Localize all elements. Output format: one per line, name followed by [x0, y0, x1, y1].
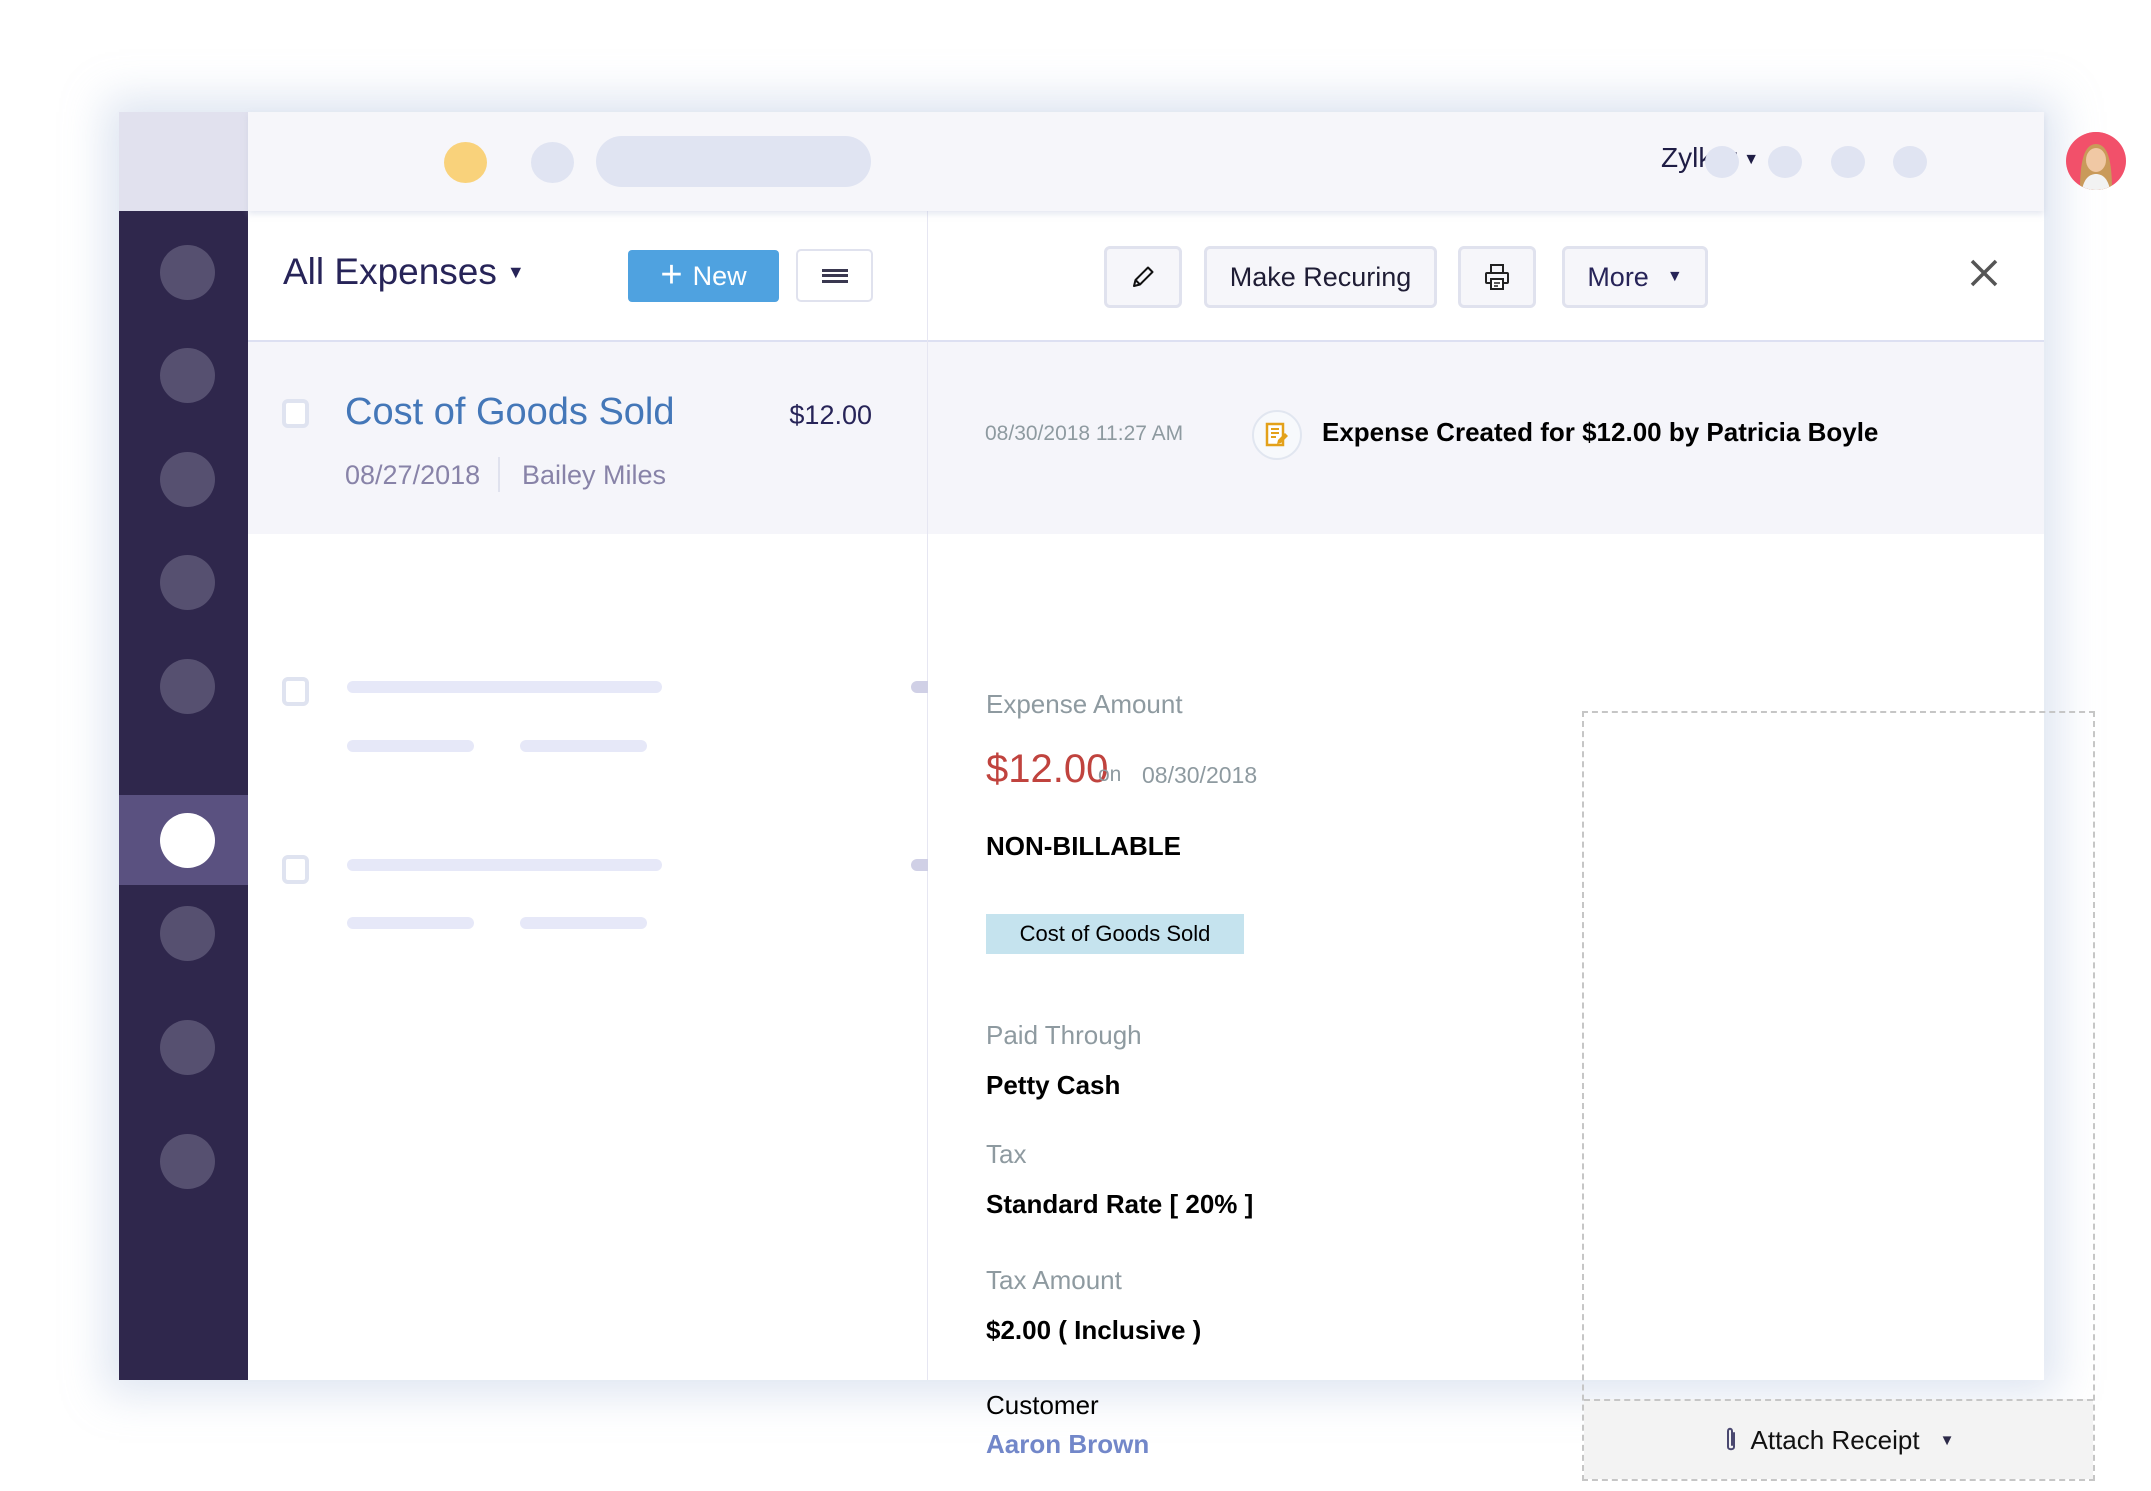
- placeholder-dot[interactable]: [531, 142, 574, 183]
- header-icon-1[interactable]: [1705, 146, 1739, 178]
- pencil-icon: [1133, 266, 1154, 287]
- nav-icon: [160, 1134, 215, 1189]
- more-button[interactable]: More ▼: [1562, 246, 1708, 308]
- chevron-down-icon: ▼: [1666, 268, 1683, 285]
- printer-icon: [1485, 264, 1509, 290]
- nav-icon: [160, 555, 215, 610]
- header-icon-2[interactable]: [1768, 146, 1802, 178]
- nav-icon: [160, 1020, 215, 1075]
- close-button[interactable]: [1964, 253, 2004, 293]
- app-indicator-dot[interactable]: [444, 142, 487, 183]
- tax-value: Standard Rate [ 20% ]: [986, 1189, 1254, 1219]
- view-selector[interactable]: All Expenses ▼: [283, 251, 525, 293]
- logo-area: [119, 112, 248, 211]
- header-icon-3[interactable]: [1831, 146, 1865, 178]
- customer-label: Customer: [986, 1390, 1099, 1420]
- chevron-down-icon: ▼: [506, 262, 525, 282]
- header-icon-4[interactable]: [1893, 146, 1927, 178]
- sidebar-item-1[interactable]: [119, 223, 248, 313]
- list-item-selected[interactable]: Cost of Goods Sold $12.00 08/27/2018 Bai…: [248, 342, 927, 534]
- sidebar-item-6-active[interactable]: [119, 795, 248, 885]
- view-title: All Expenses: [283, 251, 497, 292]
- sidebar-item-5[interactable]: [119, 637, 248, 727]
- expense-date: 08/27/2018: [345, 460, 481, 490]
- chevron-down-icon: ▼: [1743, 151, 1760, 168]
- nav-icon: [160, 813, 215, 868]
- new-expense-button[interactable]: + New: [628, 250, 779, 302]
- edit-button[interactable]: [1104, 246, 1182, 308]
- top-bar: Zylker ▼: [248, 112, 2126, 211]
- nav-icon: [160, 659, 215, 714]
- attach-receipt-button[interactable]: Attach Receipt ▼: [1584, 1399, 2093, 1479]
- expense-amount-value: $12.00: [986, 747, 1109, 791]
- skeleton-line: [520, 740, 647, 752]
- amount-on-label: on: [1098, 763, 1122, 786]
- category-badge: Cost of Goods Sold: [986, 914, 1244, 954]
- make-recurring-button[interactable]: Make Recuring: [1204, 246, 1437, 308]
- nav-icon: [160, 245, 215, 300]
- expense-title[interactable]: Cost of Goods Sold: [345, 391, 675, 434]
- skeleton-line: [520, 917, 647, 929]
- hamburger-icon: [821, 268, 848, 283]
- avatar[interactable]: [2066, 132, 2126, 190]
- expense-date-value: 08/30/2018: [1142, 762, 1258, 788]
- expense-detail-panel: Make Recuring More ▼ 08/30/2018 11:27 AM…: [928, 211, 2095, 1481]
- plus-icon: +: [660, 253, 683, 296]
- activity-icon-badge: [1252, 410, 1302, 460]
- sidebar-item-7[interactable]: [119, 884, 248, 974]
- sidebar-item-3[interactable]: [119, 430, 248, 520]
- receipt-drop-zone[interactable]: Attach Receipt ▼: [1582, 711, 2095, 1481]
- sidebar-item-9[interactable]: [119, 1112, 248, 1202]
- new-button-label: New: [692, 260, 747, 291]
- nav-icon: [160, 452, 215, 507]
- attach-receipt-label: Attach Receipt: [1750, 1424, 1920, 1455]
- document-edit-icon: [1265, 422, 1288, 447]
- paid-through-value: Petty Cash: [986, 1070, 1121, 1100]
- sidebar-item-4[interactable]: [119, 533, 248, 623]
- activity-text: Expense Created for $12.00 by Patricia B…: [1322, 417, 1879, 447]
- expense-list-panel: All Expenses ▼ + New Cost of Goods Sold $…: [248, 211, 991, 1380]
- sidebar-item-8[interactable]: [119, 998, 248, 1088]
- divider: [498, 457, 500, 492]
- row-checkbox[interactable]: [282, 855, 309, 884]
- list-header: All Expenses ▼ + New: [248, 211, 927, 342]
- user-photo-icon: [2067, 132, 2125, 190]
- customer-link[interactable]: Aaron Brown: [986, 1429, 1149, 1460]
- expense-amount: $12.00: [789, 400, 872, 430]
- search-bar-placeholder[interactable]: [596, 136, 871, 187]
- expense-amount-label: Expense Amount: [986, 689, 1183, 719]
- tax-amount-value: $2.00 ( Inclusive ): [986, 1315, 1202, 1345]
- paperclip-icon: [1726, 1427, 1735, 1451]
- sidebar-item-2[interactable]: [119, 326, 248, 416]
- expense-person: Bailey Miles: [522, 460, 667, 490]
- tax-amount-label: Tax Amount: [986, 1265, 1122, 1295]
- chevron-down-icon: ▼: [1939, 1431, 1955, 1449]
- detail-toolbar: Make Recuring More ▼: [928, 211, 2044, 342]
- skeleton-line: [347, 917, 474, 929]
- print-button[interactable]: [1458, 246, 1536, 308]
- more-label: More: [1587, 261, 1649, 292]
- close-icon: [1970, 259, 1998, 287]
- nav-icon: [160, 906, 215, 961]
- sidebar: [119, 211, 248, 1380]
- skeleton-line: [347, 740, 474, 752]
- billable-status: NON-BILLABLE: [986, 831, 1181, 861]
- paid-through-label: Paid Through: [986, 1020, 1142, 1050]
- row-checkbox[interactable]: [282, 399, 309, 428]
- app-window: Zylker ▼ All Expenses ▼ + New Cost of Go…: [119, 112, 2126, 1481]
- nav-icon: [160, 348, 215, 403]
- skeleton-line: [347, 681, 662, 693]
- activity-log: 08/30/2018 11:27 AM Expense Created for …: [928, 342, 2044, 534]
- activity-timestamp: 08/30/2018 11:27 AM: [985, 422, 1184, 445]
- list-menu-button[interactable]: [796, 249, 873, 302]
- row-checkbox[interactable]: [282, 677, 309, 706]
- tax-label: Tax: [986, 1139, 1027, 1169]
- skeleton-line: [347, 859, 662, 871]
- make-recurring-label: Make Recuring: [1229, 261, 1412, 292]
